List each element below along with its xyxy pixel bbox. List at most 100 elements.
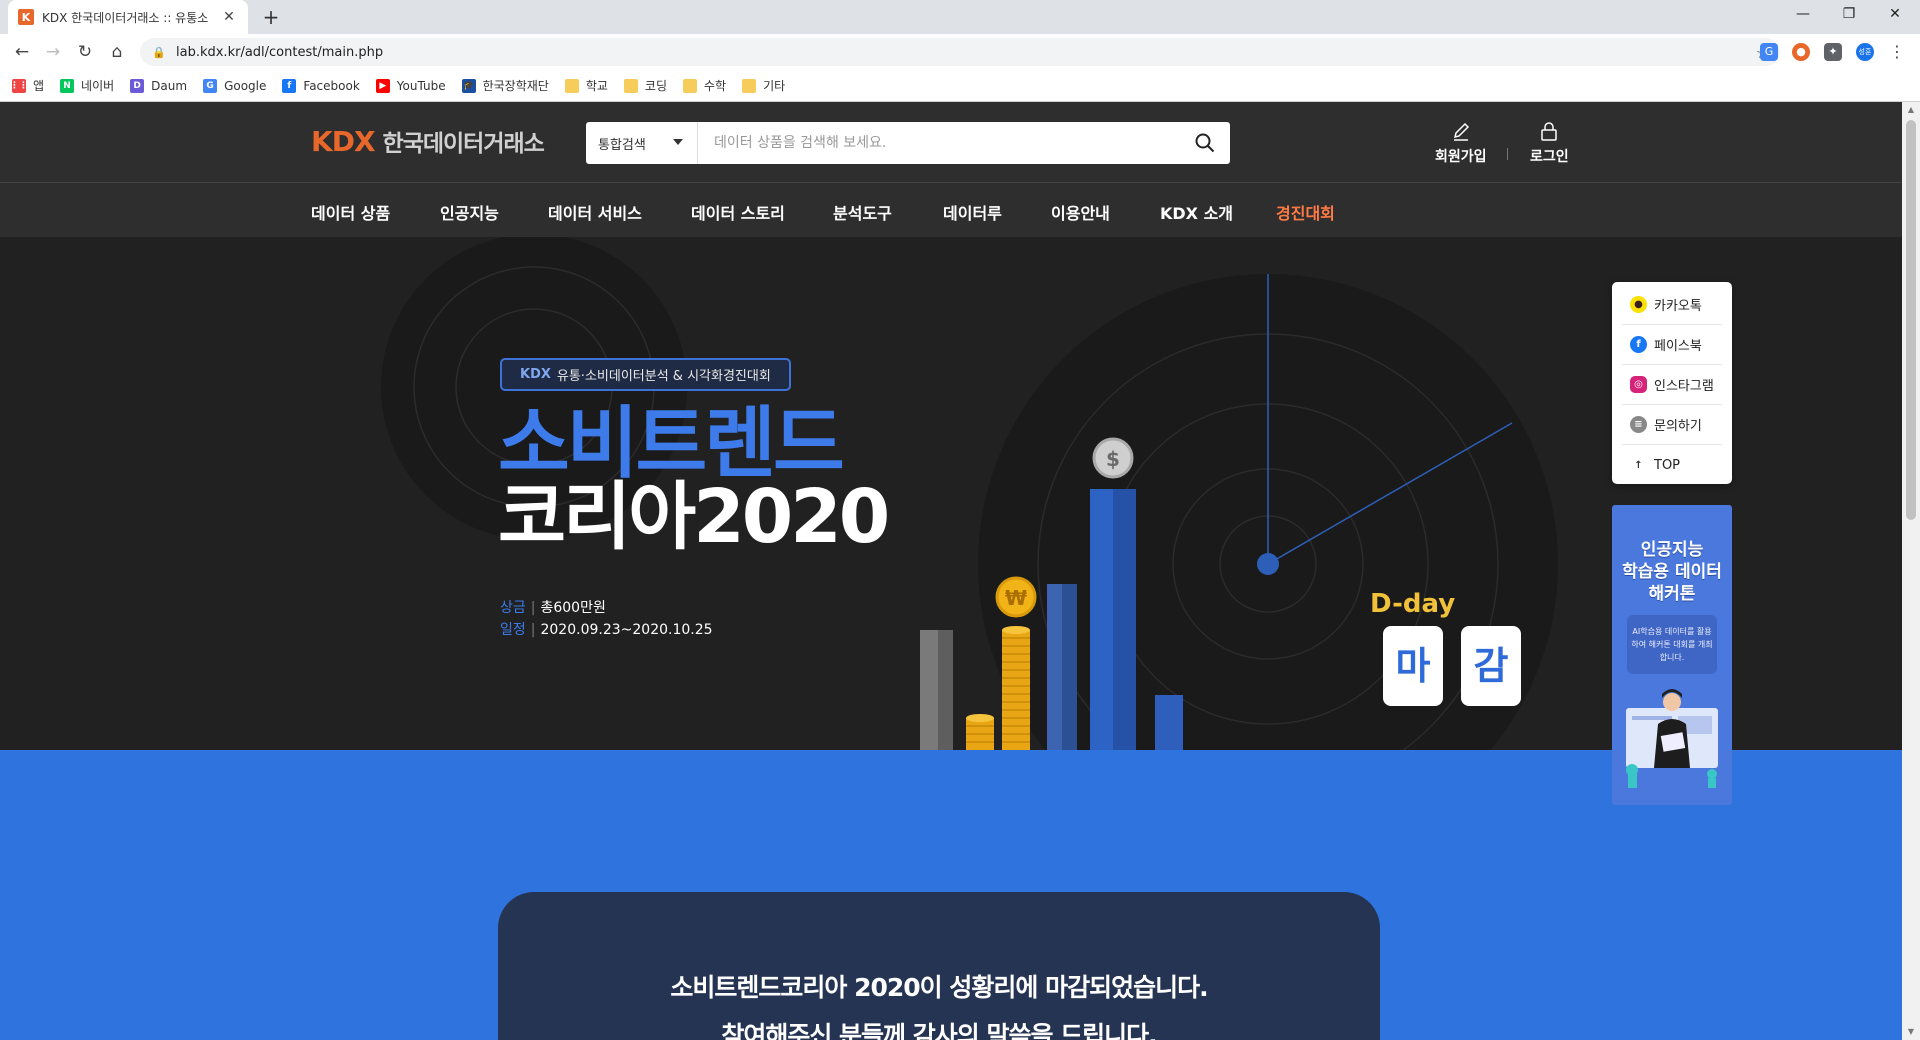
share-facebook-label: 페이스북 (1654, 339, 1702, 354)
bookmark-label: Google (224, 78, 267, 93)
bookmark-item[interactable]: 기타 (742, 77, 785, 94)
share-instagram[interactable]: ◎ 인스타그램 (1622, 365, 1722, 405)
lock-icon (1541, 122, 1558, 141)
bookmark-item[interactable]: 코딩 (623, 77, 667, 94)
search-input[interactable] (698, 134, 1180, 152)
pencil-icon (1453, 122, 1469, 141)
hackathon-banner[interactable]: 인공지능 학습용 데이터 해커톤 AI학습용 데이터를 활용하여 해커톤 대회를… (1612, 505, 1732, 805)
share-kakaotalk-label: 카카오톡 (1654, 299, 1702, 314)
search-category-label: 통합검색 (598, 137, 646, 153)
share-kakaotalk[interactable]: ● 카카오톡 (1622, 285, 1722, 325)
bookmark-label: YouTube (396, 78, 446, 93)
dday-char-1: 마 (1383, 626, 1443, 706)
address-bar[interactable]: 🔒 lab.kdx.kr/adl/contest/main.php ☆ (140, 38, 1780, 66)
scroll-down-arrow-icon[interactable]: ▼ (1902, 1024, 1920, 1040)
home-button[interactable]: ⌂ (105, 40, 129, 64)
folder-icon (683, 78, 698, 93)
bookmark-label: 한국장학재단 (482, 79, 549, 93)
prize-separator: | (530, 600, 536, 616)
banner-title-line2: 학습용 데이터 (1622, 562, 1722, 582)
page-scrollbar[interactable]: ▲ ▼ (1902, 102, 1920, 1040)
dday-char-2: 감 (1461, 626, 1521, 706)
prize-value: 총600만원 (540, 600, 606, 616)
instagram-icon: ◎ (1630, 376, 1647, 393)
bookmark-item[interactable]: D Daum (130, 78, 187, 93)
nav-analysis-tools[interactable]: 분석도구 (833, 200, 892, 224)
search-button[interactable] (1180, 122, 1230, 164)
hero-title-line1: 소비트렌드 (498, 399, 845, 489)
close-window-button[interactable]: ✕ (1872, 0, 1918, 30)
badge-text: 유통·소비데이터분석 & 시각화경진대회 (556, 369, 771, 384)
badge-brand: KDX (520, 367, 551, 382)
kosaf-icon: 🎓 (461, 78, 476, 93)
forward-button[interactable]: → (41, 40, 65, 64)
google-icon: G (203, 78, 218, 93)
hero-schedule: 일정 | 2020.09.23~2020.10.25 (500, 619, 713, 639)
facebook-icon: f (1630, 336, 1647, 353)
share-instagram-label: 인스타그램 (1654, 379, 1714, 394)
facebook-icon: f (282, 78, 297, 93)
nav-data-product[interactable]: 데이터 상품 (311, 200, 390, 224)
bookmark-label: 네이버 (81, 79, 115, 93)
closing-notice: 소비트렌드코리아 2020이 성황리에 마감되었습니다. 참여해주신 분들께 감… (498, 892, 1380, 1040)
bookmark-item[interactable]: G Google (203, 78, 267, 93)
bookmark-label: 기타 (763, 79, 786, 93)
scroll-top-button[interactable]: ↑ TOP (1622, 445, 1722, 485)
hero-bar-blue-3 (1155, 695, 1183, 750)
scroll-up-arrow-icon[interactable]: ▲ (1902, 102, 1920, 118)
puzzle-extensions-icon[interactable]: ✦ (1824, 43, 1842, 61)
bookmark-item[interactable]: ⋮⋮ 앱 (10, 77, 44, 94)
browser-tab[interactable]: K KDX 한국데이터거래소 :: 유통소 ✕ (8, 0, 248, 34)
kdx-logo[interactable]: KDX 한국데이터거래소 (311, 124, 545, 158)
bookmark-item[interactable]: 🎓 한국장학재단 (461, 77, 549, 94)
bookmark-item[interactable]: f Facebook (282, 78, 360, 93)
translate-extension-icon[interactable]: G (1760, 43, 1778, 61)
minimize-button[interactable]: — (1780, 0, 1826, 30)
url-text: lab.kdx.kr/adl/contest/main.php (176, 44, 384, 60)
search-category-select[interactable]: 통합검색 (586, 122, 698, 164)
bookmark-item[interactable]: ▶ YouTube (375, 78, 446, 93)
nav-contest[interactable]: 경진대회 (1276, 200, 1335, 224)
notice-line1: 소비트렌드코리아 2020이 성황리에 마감되었습니다. (670, 973, 1208, 1002)
back-button[interactable]: ← (10, 40, 34, 64)
bookmark-item[interactable]: 수학 (683, 77, 726, 94)
extension-icon[interactable]: ● (1792, 43, 1810, 61)
logo-mark: KDX (311, 124, 376, 158)
won-coin-symbol: ₩ (1005, 586, 1027, 610)
inquiry-link[interactable]: ≡ 문의하기 (1622, 405, 1722, 445)
nav-data-story[interactable]: 데이터 스토리 (691, 200, 785, 224)
restore-button[interactable]: ❐ (1826, 0, 1872, 30)
naver-icon: N (60, 78, 75, 93)
tab-title: KDX 한국데이터거래소 :: 유통소 (42, 10, 209, 25)
scrollbar-thumb[interactable] (1906, 120, 1916, 520)
nav-about-kdx[interactable]: KDX 소개 (1160, 200, 1233, 224)
logo-name: 한국데이터거래소 (382, 131, 545, 157)
schedule-value: 2020.09.23~2020.10.25 (540, 622, 713, 638)
share-facebook[interactable]: f 페이스북 (1622, 325, 1722, 365)
browser-menu-icon[interactable]: ⋮ (1888, 43, 1906, 61)
tab-close-icon[interactable]: ✕ (220, 9, 238, 25)
signup-link[interactable]: 회원가입 (1435, 120, 1487, 166)
bookmark-label: 수학 (704, 79, 727, 93)
nav-datalu[interactable]: 데이터루 (943, 200, 1002, 224)
bookmark-item[interactable]: 학교 (564, 77, 608, 94)
banner-title-line1: 인공지능 (1640, 540, 1704, 560)
bookmark-item[interactable]: N 네이버 (60, 77, 114, 94)
new-tab-button[interactable]: + (258, 4, 284, 30)
nav-data-service[interactable]: 데이터 서비스 (548, 200, 642, 224)
notice-line2: 참여해주신 분들께 감사의 말씀을 드립니다. (721, 1021, 1157, 1040)
schedule-label: 일정 (500, 622, 526, 638)
lock-icon: 🔒 (152, 45, 166, 59)
kakaotalk-icon: ● (1630, 296, 1647, 313)
inquiry-icon: ≡ (1630, 416, 1647, 433)
reload-button[interactable]: ↻ (73, 40, 97, 64)
login-link[interactable]: 로그인 (1530, 120, 1569, 166)
caret-down-icon (673, 139, 683, 145)
hero-title-line2: 코리아2020 (498, 474, 890, 560)
nav-ai[interactable]: 인공지능 (440, 200, 499, 224)
contest-badge: KDX 유통·소비데이터분석 & 시각화경진대회 (500, 358, 791, 391)
profile-avatar[interactable]: 성훈 (1856, 43, 1874, 61)
banner-title-line3: 해커톤 (1648, 584, 1696, 604)
nav-guide[interactable]: 이용안내 (1051, 200, 1110, 224)
bookmarks-bar: ⋮⋮ 앱 N 네이버 D Daum G Google f Facebook ▶ YouTube 🎓 한국장… (0, 70, 1920, 102)
